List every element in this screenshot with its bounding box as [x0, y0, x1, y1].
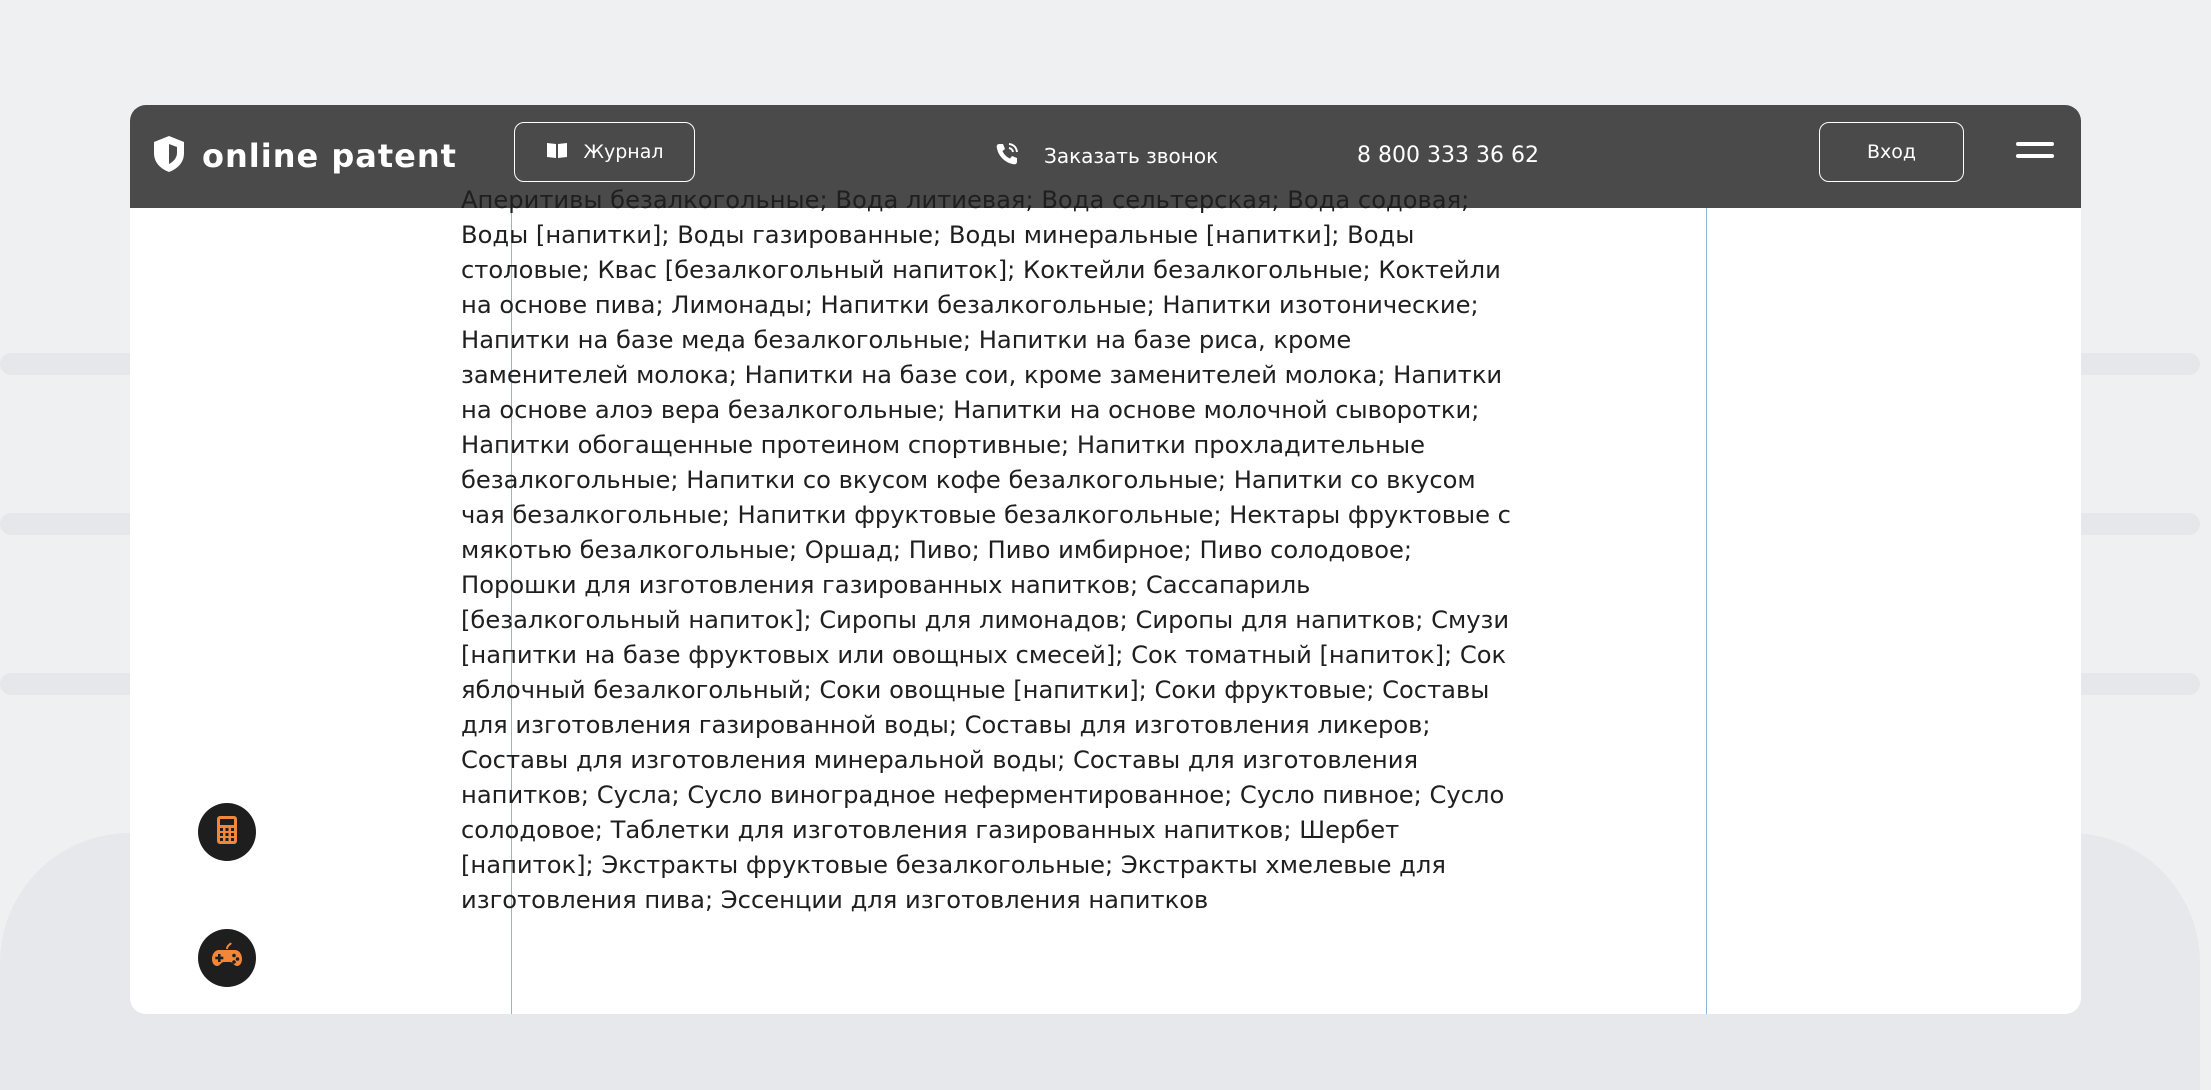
phone-icon: [994, 141, 1044, 172]
gamepad-icon: [210, 939, 244, 977]
hamburger-menu-icon[interactable]: [2016, 142, 2054, 164]
book-icon: [546, 141, 584, 164]
callback-label: Заказать звонок: [1044, 144, 1219, 168]
callback-button[interactable]: Заказать звонок: [994, 139, 1218, 173]
login-button[interactable]: Вход: [1819, 122, 1964, 182]
calculator-icon: [210, 813, 244, 851]
game-button[interactable]: [198, 929, 256, 987]
journal-label: Журнал: [583, 141, 664, 163]
journal-button[interactable]: Журнал: [514, 122, 695, 182]
brand-name: online patent: [202, 137, 457, 175]
brand-logo[interactable]: online patent: [152, 131, 457, 181]
calculator-button[interactable]: [198, 803, 256, 861]
phone-number[interactable]: 8 800 333 36 62: [1357, 139, 1539, 173]
goods-description: Аперитивы безалкогольные; Вода литиевая;…: [461, 186, 1511, 914]
shield-icon: [152, 135, 186, 177]
